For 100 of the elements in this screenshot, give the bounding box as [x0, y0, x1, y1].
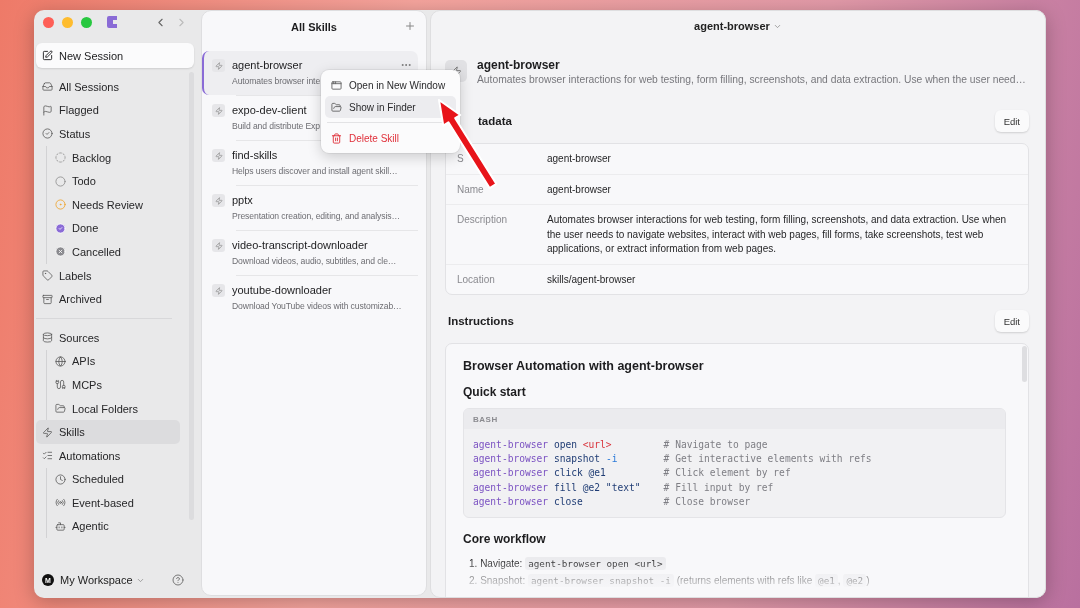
skill-name: video-transcript-downloader: [232, 238, 368, 252]
field-value: Automates browser interactions for web testing, form filling, screenshots, and data extraction. Use when the user needs to navigate websites, interact with web pages, fill forms, take screenshots, test web applications, or extract information from web pages.: [547, 213, 1008, 256]
sidebar-item[interactable]: Agentic: [49, 514, 180, 539]
sidebar-item[interactable]: MCPs: [49, 373, 180, 397]
skill-summary: Automates browser interactions for web testing, form filling, screenshots, and data extraction. Use when the user need…: [477, 73, 1027, 87]
skill-title: agent-browser: [477, 57, 561, 73]
skill-name: find-skills: [232, 148, 278, 162]
app-logo-icon: [106, 16, 118, 28]
field-label: Name: [457, 182, 484, 197]
title-dropdown[interactable]: agent-browser: [431, 11, 1045, 41]
clock-icon: [55, 473, 66, 485]
globe-icon: [55, 355, 66, 367]
bolt-icon: [212, 194, 225, 207]
sidebar-item[interactable]: Automations: [36, 443, 180, 468]
bolt-icon: [212, 59, 225, 72]
add-icon[interactable]: [404, 20, 416, 32]
skill-description: Build and distribute Exp: [232, 120, 320, 133]
section-heading: Instructions: [447, 315, 514, 327]
edit-button[interactable]: Edit: [994, 110, 1029, 132]
sidebar-item[interactable]: Skills: [36, 420, 180, 444]
database-icon: [42, 332, 53, 344]
compose-icon: [42, 50, 53, 61]
code-line: agent-browser fill @e2 "text" # Fill input by ref: [473, 480, 774, 495]
sidebar-item[interactable]: Cancelled: [49, 240, 180, 264]
document-heading: Quick start: [463, 385, 527, 399]
sidebar-item[interactable]: All Sessions: [36, 75, 180, 99]
bolt-icon: [212, 104, 225, 117]
check-circle-icon: [55, 222, 66, 234]
list-item: 1. Navigate: agent-browser open <url>: [463, 555, 1006, 572]
bolt-icon: [212, 149, 225, 162]
dot-circle-icon: [55, 199, 66, 211]
list-item: 2. Snapshot: agent-browser snapshot -i (returns elements with refs like @e1 , @e2 ): [468, 573, 871, 589]
sidebar-item[interactable]: Status: [36, 122, 180, 146]
tag-icon: [42, 270, 53, 282]
window-icon: [331, 79, 342, 91]
flag-icon: [42, 104, 53, 116]
skill-list-item[interactable]: video-transcript-downloader Download videos, audio, subtitles, and cle…: [202, 231, 418, 275]
workspace-label: My Workspace: [60, 574, 133, 586]
field-value: skills/agent-browser: [547, 272, 637, 287]
sidebar-item[interactable]: Labels: [36, 263, 180, 288]
checklist-icon: [42, 450, 53, 462]
x-circle-icon: [55, 246, 66, 258]
sidebar-item[interactable]: Archived: [36, 287, 180, 311]
skill-list-item[interactable]: youtube-downloader Download YouTube videos with customizab…: [202, 276, 418, 320]
bolt-icon: [212, 239, 225, 252]
folder-icon: [55, 403, 66, 414]
plug-icon: [55, 379, 66, 391]
robot-icon: [55, 521, 66, 532]
skill-description: Automates browser inte: [232, 75, 321, 88]
skill-name: pptx: [232, 193, 253, 207]
skill-list-item[interactable]: pptx Presentation creation, editing, and analysis…: [202, 186, 418, 230]
sidebar-item[interactable]: Todo: [49, 169, 180, 193]
zoom-button[interactable]: [81, 16, 92, 28]
skill-description: Download YouTube videos with customizab…: [232, 300, 402, 313]
skill-name: expo-dev-client: [232, 103, 307, 117]
edit-button[interactable]: Edit: [994, 310, 1029, 332]
code-line: agent-browser snapshot -i # Get interactive elements with refs: [473, 452, 872, 467]
skill-description: Download videos, audio, subtitles, and cle…: [232, 255, 397, 268]
circle-icon: [55, 175, 66, 187]
section-heading: tadata: [477, 115, 512, 127]
document-title: Browser Automation with agent-browser: [463, 359, 705, 373]
trash-icon: [331, 132, 342, 144]
field-value: agent-browser: [547, 152, 612, 166]
minimize-button[interactable]: [62, 16, 73, 28]
sidebar-item[interactable]: Sources: [36, 325, 180, 350]
skill-name: agent-browser: [232, 58, 303, 72]
skill-description: Presentation creation, editing, and analysis…: [232, 210, 400, 223]
sidebar-item[interactable]: Done: [49, 216, 180, 241]
sidebar-item[interactable]: Local Folders: [49, 396, 180, 421]
new-session-button[interactable]: New Session: [36, 43, 194, 68]
inbox-icon: [42, 81, 53, 93]
bolt-icon: [212, 284, 225, 297]
sidebar-item[interactable]: Backlog: [49, 145, 180, 170]
scrollbar[interactable]: [1022, 346, 1027, 382]
sidebar-item[interactable]: Needs Review: [49, 192, 180, 217]
document-heading: Core workflow: [463, 532, 547, 546]
field-value: agent-browser: [547, 182, 612, 197]
sidebar-item[interactable]: Flagged: [36, 98, 180, 123]
help-icon[interactable]: [172, 574, 184, 586]
code-line: agent-browser open <url> # Navigate to page: [473, 438, 768, 452]
sidebar-item[interactable]: Scheduled: [49, 467, 180, 492]
field-label: S: [457, 152, 464, 166]
sidebar-item[interactable]: Event-based: [49, 491, 180, 515]
field-label: Location: [457, 272, 495, 287]
check-circle-icon: [42, 128, 53, 140]
broadcast-icon: [55, 497, 66, 509]
dashed-circle-icon: [55, 152, 66, 164]
panel-title: All Skills: [291, 21, 337, 33]
bolt-icon: [42, 426, 53, 438]
code-line: agent-browser click @e1 # Click element by ref: [473, 466, 791, 481]
skill-name: youtube-downloader: [232, 283, 332, 297]
menu-item[interactable]: Show in Finder: [325, 96, 456, 118]
close-button[interactable]: [43, 16, 54, 28]
archive-icon: [42, 293, 53, 305]
sidebar-item[interactable]: APIs: [49, 349, 180, 374]
folder-icon: [331, 101, 342, 113]
field-label: Description: [457, 213, 508, 227]
code-line: agent-browser close # Close browser: [473, 494, 751, 509]
skill-description: Helps users discover and install agent skill…: [232, 165, 398, 178]
code-language: BASH: [473, 414, 498, 424]
